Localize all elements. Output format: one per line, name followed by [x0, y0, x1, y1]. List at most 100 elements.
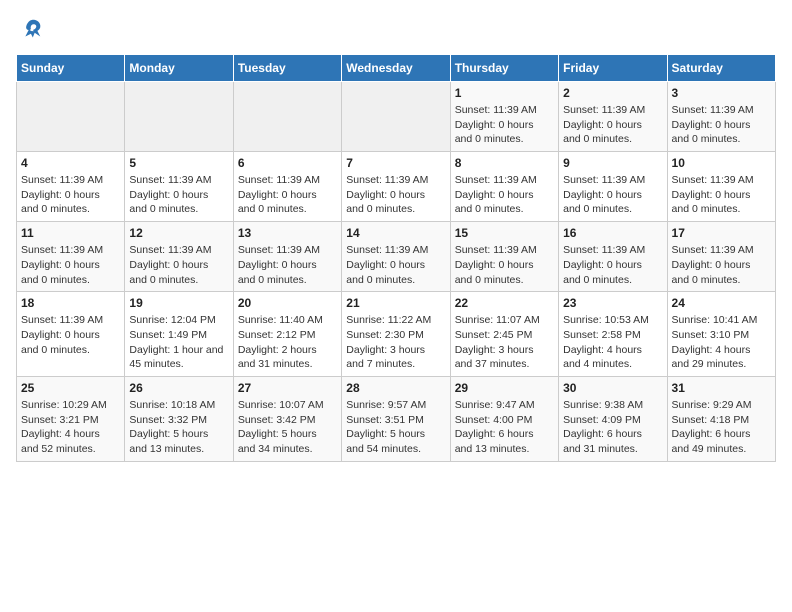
day-number: 16 [563, 226, 662, 240]
day-of-week-header: Friday [559, 55, 667, 82]
day-info: Sunset: 11:39 AM Daylight: 0 hours and 0… [455, 103, 554, 147]
day-number: 14 [346, 226, 445, 240]
page-header [16, 16, 776, 44]
day-number: 8 [455, 156, 554, 170]
day-info: Sunrise: 12:04 PM Sunset: 1:49 PM Daylig… [129, 313, 228, 372]
day-number: 11 [21, 226, 120, 240]
calendar-cell: 23 Sunrise: 10:53 AM Sunset: 2:58 PM Dayl… [559, 292, 667, 377]
day-of-week-header: Thursday [450, 55, 558, 82]
day-number: 6 [238, 156, 337, 170]
day-info: Sunrise: 9:47 AM Sunset: 4:00 PM Dayligh… [455, 398, 554, 457]
day-info: Sunset: 11:39 AM Daylight: 0 hours and 0… [455, 173, 554, 217]
day-info: Sunset: 11:39 AM Daylight: 0 hours and 0… [21, 173, 120, 217]
calendar-cell: 12Sunset: 11:39 AM Daylight: 0 hours and… [125, 222, 233, 292]
day-info: Sunrise: 10:53 AM Sunset: 2:58 PM Daylig… [563, 313, 662, 372]
calendar-cell: 21 Sunrise: 11:22 AM Sunset: 2:30 PM Dayl… [342, 292, 450, 377]
calendar-cell: 29 Sunrise: 9:47 AM Sunset: 4:00 PM Dayli… [450, 376, 558, 461]
day-number: 27 [238, 381, 337, 395]
calendar-cell: 22 Sunrise: 11:07 AM Sunset: 2:45 PM Dayl… [450, 292, 558, 377]
day-info: Sunrise: 10:41 AM Sunset: 3:10 PM Daylig… [672, 313, 771, 372]
day-of-week-header: Tuesday [233, 55, 341, 82]
calendar-cell [342, 82, 450, 152]
day-info: Sunset: 11:39 AM Daylight: 0 hours and 0… [238, 243, 337, 287]
calendar-cell: 1 Sunset: 11:39 AM Daylight: 0 hours and … [450, 82, 558, 152]
calendar-cell: 31Sunrise: 9:29 AM Sunset: 4:18 PM Dayli… [667, 376, 775, 461]
day-number: 3 [672, 86, 771, 100]
calendar-week-row: 18Sunset: 11:39 AM Daylight: 0 hours and… [17, 292, 776, 377]
calendar-cell: 13 Sunset: 11:39 AM Daylight: 0 hours and… [233, 222, 341, 292]
day-number: 4 [21, 156, 120, 170]
calendar-week-row: 1 Sunset: 11:39 AM Daylight: 0 hours and … [17, 82, 776, 152]
day-number: 28 [346, 381, 445, 395]
calendar-cell: 3 Sunset: 11:39 AM Daylight: 0 hours and … [667, 82, 775, 152]
day-info: Sunset: 11:39 AM Daylight: 0 hours and 0… [563, 103, 662, 147]
day-number: 15 [455, 226, 554, 240]
day-info: Sunrise: 10:29 AM Sunset: 3:21 PM Daylig… [21, 398, 120, 457]
calendar-header-row: SundayMondayTuesdayWednesdayThursdayFrid… [17, 55, 776, 82]
calendar-cell: 15 Sunset: 11:39 AM Daylight: 0 hours and… [450, 222, 558, 292]
calendar-cell: 11 Sunset: 11:39 AM Daylight: 0 hours and… [17, 222, 125, 292]
day-info: Sunset: 11:39 AM Daylight: 0 hours and 0… [563, 243, 662, 287]
calendar-cell: 10 Sunset: 11:39 AM Daylight: 0 hours and… [667, 152, 775, 222]
calendar-cell: 9Sunset: 11:39 AM Daylight: 0 hours and … [559, 152, 667, 222]
day-number: 18 [21, 296, 120, 310]
day-number: 10 [672, 156, 771, 170]
calendar-cell: 2 Sunset: 11:39 AM Daylight: 0 hours and … [559, 82, 667, 152]
calendar-cell: 14 Sunset: 11:39 AM Daylight: 0 hours and… [342, 222, 450, 292]
day-info: Sunrise: 9:57 AM Sunset: 3:51 PM Dayligh… [346, 398, 445, 457]
day-info: Sunrise: 9:38 AM Sunset: 4:09 PM Dayligh… [563, 398, 662, 457]
day-info: Sunrise: 10:07 AM Sunset: 3:42 PM Daylig… [238, 398, 337, 457]
calendar-week-row: 25Sunrise: 10:29 AM Sunset: 3:21 PM Dayl… [17, 376, 776, 461]
calendar-cell: 28 Sunrise: 9:57 AM Sunset: 3:51 PM Dayli… [342, 376, 450, 461]
day-of-week-header: Monday [125, 55, 233, 82]
calendar-cell: 25Sunrise: 10:29 AM Sunset: 3:21 PM Dayl… [17, 376, 125, 461]
logo [16, 16, 48, 44]
day-info: Sunset: 11:39 AM Daylight: 0 hours and 0… [21, 243, 120, 287]
calendar-cell: 20 Sunrise: 11:40 AM Sunset: 2:12 PM Dayl… [233, 292, 341, 377]
day-of-week-header: Saturday [667, 55, 775, 82]
day-number: 30 [563, 381, 662, 395]
calendar-cell: 16 Sunset: 11:39 AM Daylight: 0 hours and… [559, 222, 667, 292]
calendar-cell: 26 Sunrise: 10:18 AM Sunset: 3:32 PM Dayl… [125, 376, 233, 461]
day-number: 20 [238, 296, 337, 310]
logo-bird-icon [16, 16, 44, 44]
day-number: 23 [563, 296, 662, 310]
day-of-week-header: Wednesday [342, 55, 450, 82]
day-info: Sunset: 11:39 AM Daylight: 0 hours and 0… [238, 173, 337, 217]
calendar-cell: 24Sunrise: 10:41 AM Sunset: 3:10 PM Dayl… [667, 292, 775, 377]
day-number: 2 [563, 86, 662, 100]
day-info: Sunset: 11:39 AM Daylight: 0 hours and 0… [346, 243, 445, 287]
calendar-cell [125, 82, 233, 152]
day-of-week-header: Sunday [17, 55, 125, 82]
day-number: 21 [346, 296, 445, 310]
day-info: Sunset: 11:39 AM Daylight: 0 hours and 0… [672, 243, 771, 287]
calendar-cell: 7Sunset: 11:39 AM Daylight: 0 hours and … [342, 152, 450, 222]
calendar-cell [17, 82, 125, 152]
calendar-cell: 8 Sunset: 11:39 AM Daylight: 0 hours and … [450, 152, 558, 222]
day-info: Sunrise: 10:18 AM Sunset: 3:32 PM Daylig… [129, 398, 228, 457]
calendar-cell: 4 Sunset: 11:39 AM Daylight: 0 hours and … [17, 152, 125, 222]
day-number: 9 [563, 156, 662, 170]
day-number: 22 [455, 296, 554, 310]
day-number: 5 [129, 156, 228, 170]
day-number: 17 [672, 226, 771, 240]
calendar-cell: 5 Sunset: 11:39 AM Daylight: 0 hours and … [125, 152, 233, 222]
day-number: 26 [129, 381, 228, 395]
calendar-cell: 30 Sunrise: 9:38 AM Sunset: 4:09 PM Dayli… [559, 376, 667, 461]
calendar-cell: 19Sunrise: 12:04 PM Sunset: 1:49 PM Dayl… [125, 292, 233, 377]
calendar-cell: 17 Sunset: 11:39 AM Daylight: 0 hours and… [667, 222, 775, 292]
day-number: 29 [455, 381, 554, 395]
day-number: 1 [455, 86, 554, 100]
calendar-cell: 6 Sunset: 11:39 AM Daylight: 0 hours and … [233, 152, 341, 222]
day-number: 13 [238, 226, 337, 240]
day-info: Sunrise: 11:40 AM Sunset: 2:12 PM Daylig… [238, 313, 337, 372]
day-info: Sunset: 11:39 AM Daylight: 0 hours and 0… [672, 103, 771, 147]
day-info: Sunrise: 11:22 AM Sunset: 2:30 PM Daylig… [346, 313, 445, 372]
day-number: 12 [129, 226, 228, 240]
day-info: Sunset: 11:39 AM Daylight: 0 hours and 0… [672, 173, 771, 217]
calendar-week-row: 4 Sunset: 11:39 AM Daylight: 0 hours and … [17, 152, 776, 222]
calendar-cell: 27 Sunrise: 10:07 AM Sunset: 3:42 PM Dayl… [233, 376, 341, 461]
day-info: Sunset: 11:39 AM Daylight: 0 hours and 0… [129, 173, 228, 217]
day-info: Sunset: 11:39 AM Daylight: 0 hours and 0… [455, 243, 554, 287]
day-info: Sunrise: 11:07 AM Sunset: 2:45 PM Daylig… [455, 313, 554, 372]
